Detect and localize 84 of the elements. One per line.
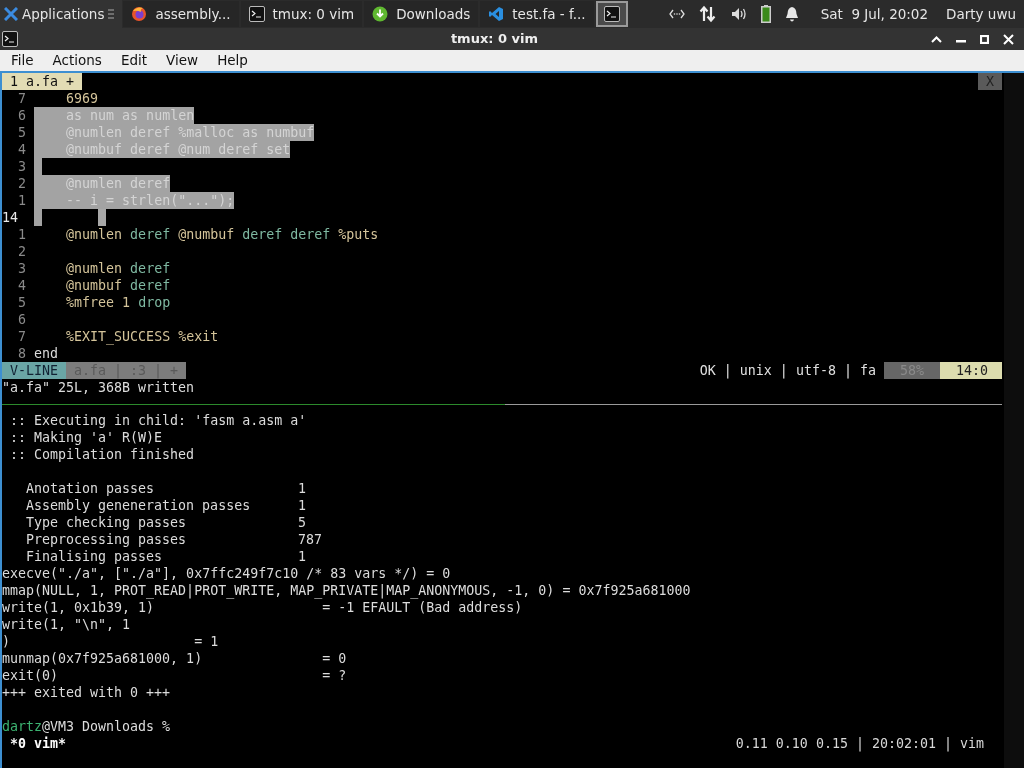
output-line: :: Compilation finished xyxy=(9,446,195,463)
line-number: 6 xyxy=(17,107,27,124)
applications-menu-button[interactable]: Applications xyxy=(0,0,123,28)
vim-message: "a.fa" 25L, 368B written xyxy=(2,379,195,396)
transfer-arrows-icon xyxy=(698,5,717,23)
prompt-user: dartz xyxy=(2,718,43,735)
line-number: 4 xyxy=(17,277,27,294)
line-number: 7 xyxy=(17,328,27,345)
stat-value: 1 xyxy=(298,548,306,565)
notification-bell-icon xyxy=(784,6,799,22)
vim-tab[interactable]: 1 a.fa + xyxy=(2,73,83,90)
prompt-text: @VM3 Downloads % xyxy=(42,718,171,735)
code-line: end xyxy=(34,345,59,362)
output-line: :: Executing in child: 'fasm a.asm a' xyxy=(9,412,307,429)
stat-value: 787 xyxy=(298,531,323,548)
output-line: ) = 1 xyxy=(2,633,219,650)
menu-item[interactable]: Actions xyxy=(52,50,102,71)
line-number: 2 xyxy=(17,175,27,192)
menu-item[interactable]: View xyxy=(166,50,199,71)
code-line: %mfree 1 drop xyxy=(65,294,171,311)
menu-icon xyxy=(108,9,115,19)
download-icon xyxy=(372,6,389,22)
output-line: :: Making 'a' R(W)E xyxy=(9,429,163,446)
stat-label: Assembly geneneration passes xyxy=(26,497,252,514)
stat-label: Finalising passes xyxy=(26,548,164,565)
vim-mode-indicator: V-LINE xyxy=(2,362,67,379)
network-icon xyxy=(668,9,685,19)
code-line: @numbuf deref xyxy=(65,277,171,294)
menu-item[interactable]: File xyxy=(11,50,34,71)
tmux-status-info: 0.11 0.10 0.15 | 20:02:01 | vim xyxy=(735,735,985,752)
line-number: 8 xyxy=(17,345,27,362)
stat-value: 1 xyxy=(298,497,306,514)
window-terminal-icon xyxy=(2,31,18,47)
line-number: 6 xyxy=(17,311,27,328)
menu-item[interactable]: Edit xyxy=(120,50,148,71)
close-icon[interactable] xyxy=(1003,33,1014,45)
volume-icon xyxy=(730,7,747,21)
code-line: @numlen deref xyxy=(65,260,171,277)
stat-value: 5 xyxy=(298,514,306,531)
line-number: 3 xyxy=(17,158,27,175)
code-line: @numlen deref @numbuf deref deref %puts xyxy=(65,226,379,243)
taskbar-task[interactable]: assembly... xyxy=(123,1,239,27)
line-number: 14 xyxy=(2,209,19,226)
output-line: +++ exited with 0 +++ xyxy=(2,684,171,701)
code-line: 6969 xyxy=(65,90,99,107)
x-logo-icon xyxy=(4,7,18,21)
status-encoding-info: OK | unix | utf-8 | fa xyxy=(699,362,877,379)
user-name[interactable]: Darty uwu xyxy=(946,3,1016,25)
shade-window-icon[interactable] xyxy=(931,35,942,43)
line-number: 3 xyxy=(17,260,27,277)
status-position: 14:0 xyxy=(939,362,1002,379)
text-cursor xyxy=(98,209,107,226)
output-line: write(1, "\n", 1 xyxy=(2,616,131,633)
taskbar-task[interactable]: test.fa - f... xyxy=(480,1,594,27)
stat-value: 1 xyxy=(298,480,306,497)
line-number: 1 xyxy=(17,226,27,243)
stat-label: Preprocessing passes xyxy=(26,531,188,548)
stat-label: Anotation passes xyxy=(26,480,156,497)
stat-label: Type checking passes xyxy=(26,514,188,531)
clock[interactable]: Sat 9 Jul, 20:02 xyxy=(820,3,929,25)
line-number: 5 xyxy=(17,124,27,141)
globe-icon xyxy=(131,6,148,22)
output-line: execve("./a", ["./a"], 0x7ffc249f7c10 /* 83 vars */) = 0 xyxy=(2,565,451,582)
line-number: 1 xyxy=(17,192,27,209)
menu-item[interactable]: Help xyxy=(217,50,248,71)
maximize-icon[interactable] xyxy=(980,34,989,44)
output-line: mmap(NULL, 1, PROT_READ|PROT_WRITE, MAP_PRIVATE|MAP_ANONYMOUS, -1, 0) = 0x7f925a681000 xyxy=(2,582,691,599)
battery-icon xyxy=(760,5,771,23)
taskbar-task[interactable]: Downloads xyxy=(364,1,479,27)
terminal-icon xyxy=(248,6,265,22)
output-line: exit(0) = ? xyxy=(2,667,347,684)
taskbar-task[interactable] xyxy=(595,1,628,27)
line-number: 4 xyxy=(17,141,27,158)
window-title: tmux: 0 vim xyxy=(450,30,539,49)
taskbar-task[interactable]: tmux: 0 vim xyxy=(240,1,363,27)
terminal-icon xyxy=(603,6,620,22)
code-editor-icon xyxy=(488,6,505,22)
line-number: 7 xyxy=(17,90,27,107)
line-number: 2 xyxy=(17,243,27,260)
output-line: munmap(0x7f925a681000, 1) = 0 xyxy=(2,650,347,667)
line-number: 5 xyxy=(17,294,27,311)
output-line: write(1, 0x1b39, 1) = -1 EFAULT (Bad address) xyxy=(2,599,523,616)
tmux-window-tab[interactable]: *0 vim* xyxy=(2,735,67,752)
code-line: %EXIT_SUCCESS %exit xyxy=(65,328,219,345)
